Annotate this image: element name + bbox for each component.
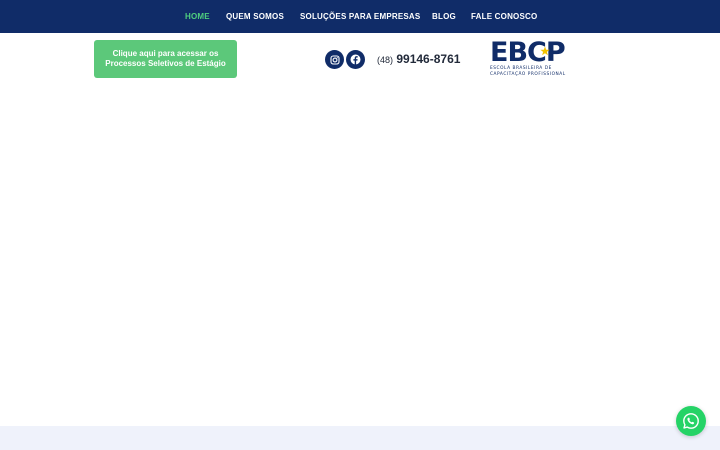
facebook-button[interactable] — [346, 50, 365, 69]
whatsapp-chat-button[interactable] — [676, 406, 706, 436]
phone-digits: 99146-8761 — [396, 52, 461, 66]
logo-mark: EBCP — [490, 37, 566, 68]
cta-line-2: Processos Seletivos de Estágio — [105, 59, 226, 68]
processos-seletivos-button[interactable]: Clique aqui para acessar os Processos Se… — [94, 40, 237, 78]
top-navigation: HOME QUEM SOMOS SOLUÇÕES PARA EMPRESAS B… — [0, 0, 720, 33]
nav-item-fale-conosco[interactable]: FALE CONOSCO — [471, 0, 537, 33]
phone-number[interactable]: (48) 99146-8761 — [377, 51, 460, 68]
nav-item-quem-somos[interactable]: QUEM SOMOS — [226, 0, 284, 33]
instagram-button[interactable] — [325, 50, 344, 69]
nav-item-blog[interactable]: BLOG — [432, 0, 456, 33]
instagram-icon — [329, 54, 340, 65]
footer-section — [0, 426, 720, 450]
logo-subtitle-line-2: CAPACITAÇÃO PROFISSIONAL — [490, 72, 566, 77]
star-icon — [540, 46, 550, 56]
whatsapp-icon — [683, 413, 699, 429]
cta-label: Clique aqui para acessar os Processos Se… — [105, 49, 226, 69]
phone-area-code: (48) — [377, 55, 394, 65]
ebcp-logo[interactable]: EBCP ESCOLA BRASILEIRA DE CAPACITAÇÃO PR… — [490, 37, 578, 82]
cta-line-1: Clique aqui para acessar os — [112, 49, 219, 58]
facebook-icon — [350, 54, 361, 65]
nav-item-home[interactable]: HOME — [185, 0, 210, 33]
nav-item-solucoes-para-empresas[interactable]: SOLUÇÕES PARA EMPRESAS — [300, 0, 420, 33]
